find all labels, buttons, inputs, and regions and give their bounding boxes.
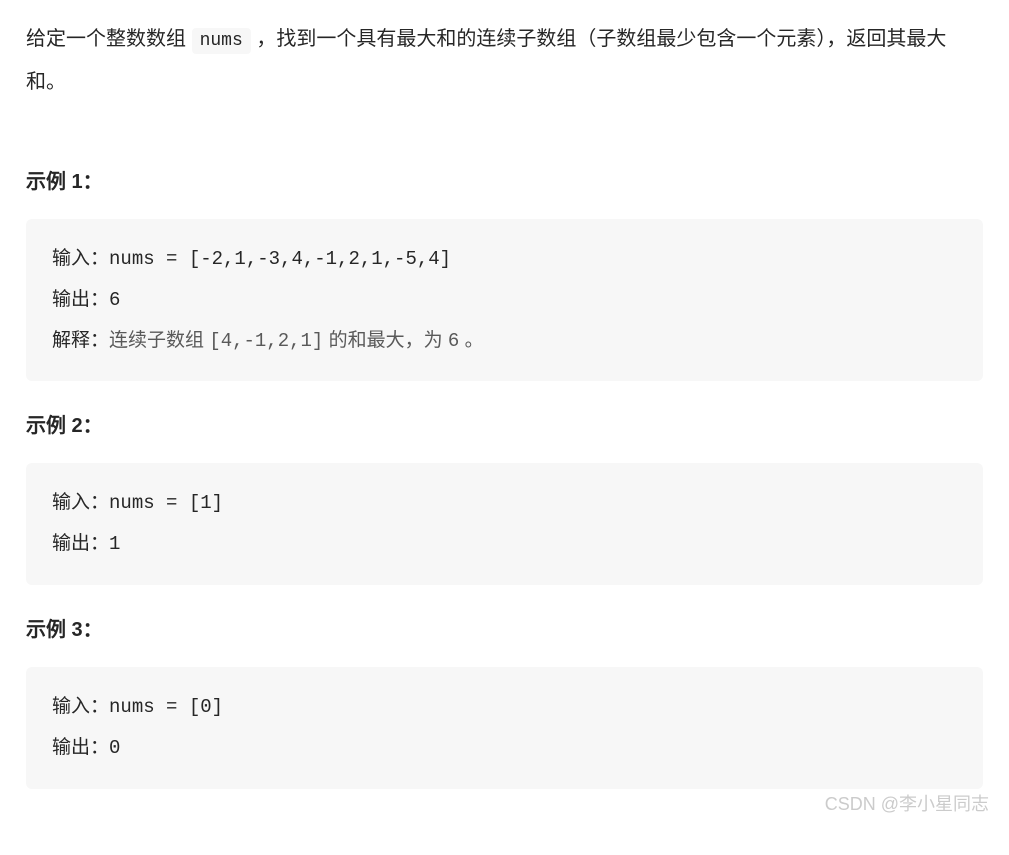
inline-code-nums: nums xyxy=(192,28,251,54)
example-1-explain-line: 解释：连续子数组 [4,-1,2,1] 的和最大，为 6 。 xyxy=(52,321,957,362)
example-1-output-value: 6 xyxy=(109,289,120,311)
example-3-output-value: 0 xyxy=(109,737,120,759)
explain-code: [4,-1,2,1] xyxy=(209,330,323,352)
example-2-input-value: nums = [1] xyxy=(109,492,223,514)
input-label: 输入： xyxy=(52,696,109,717)
explain-mid: 的和最大，为 xyxy=(323,330,448,351)
example-2-block: 输入：nums = [1] 输出：1 xyxy=(26,463,983,585)
example-1-output-line: 输出：6 xyxy=(52,280,957,321)
example-2-input-line: 输入：nums = [1] xyxy=(52,483,957,524)
example-1-input-line: 输入：nums = [-2,1,-3,4,-1,2,1,-5,4] xyxy=(52,239,957,280)
example-3-output-line: 输出：0 xyxy=(52,728,957,769)
example-1-input-value: nums = [-2,1,-3,4,-1,2,1,-5,4] xyxy=(109,248,451,270)
example-3-input-value: nums = [0] xyxy=(109,696,223,718)
example-2-output-line: 输出：1 xyxy=(52,524,957,565)
output-label: 输出： xyxy=(52,737,109,758)
watermark-text: CSDN @李小星同志 xyxy=(825,787,989,821)
example-3-heading: 示例 3： xyxy=(26,611,983,649)
description-prefix: 给定一个整数数组 xyxy=(26,28,192,50)
input-label: 输入： xyxy=(52,248,109,269)
input-label: 输入： xyxy=(52,492,109,513)
explain-suffix: 。 xyxy=(459,330,483,351)
example-1-block: 输入：nums = [-2,1,-3,4,-1,2,1,-5,4] 输出：6 解… xyxy=(26,219,983,382)
example-3-block: 输入：nums = [0] 输出：0 xyxy=(26,667,983,789)
example-2-heading: 示例 2： xyxy=(26,407,983,445)
example-3-input-line: 输入：nums = [0] xyxy=(52,687,957,728)
output-label: 输出： xyxy=(52,533,109,554)
explain-prefix: 连续子数组 xyxy=(109,330,209,351)
explain-value: 6 xyxy=(448,330,459,352)
explain-label: 解释： xyxy=(52,330,109,351)
problem-description: 给定一个整数数组 nums ，找到一个具有最大和的连续子数组（子数组最少包含一个… xyxy=(26,18,983,103)
output-label: 输出： xyxy=(52,289,109,310)
example-1-heading: 示例 1： xyxy=(26,163,983,201)
example-2-output-value: 1 xyxy=(109,533,120,555)
